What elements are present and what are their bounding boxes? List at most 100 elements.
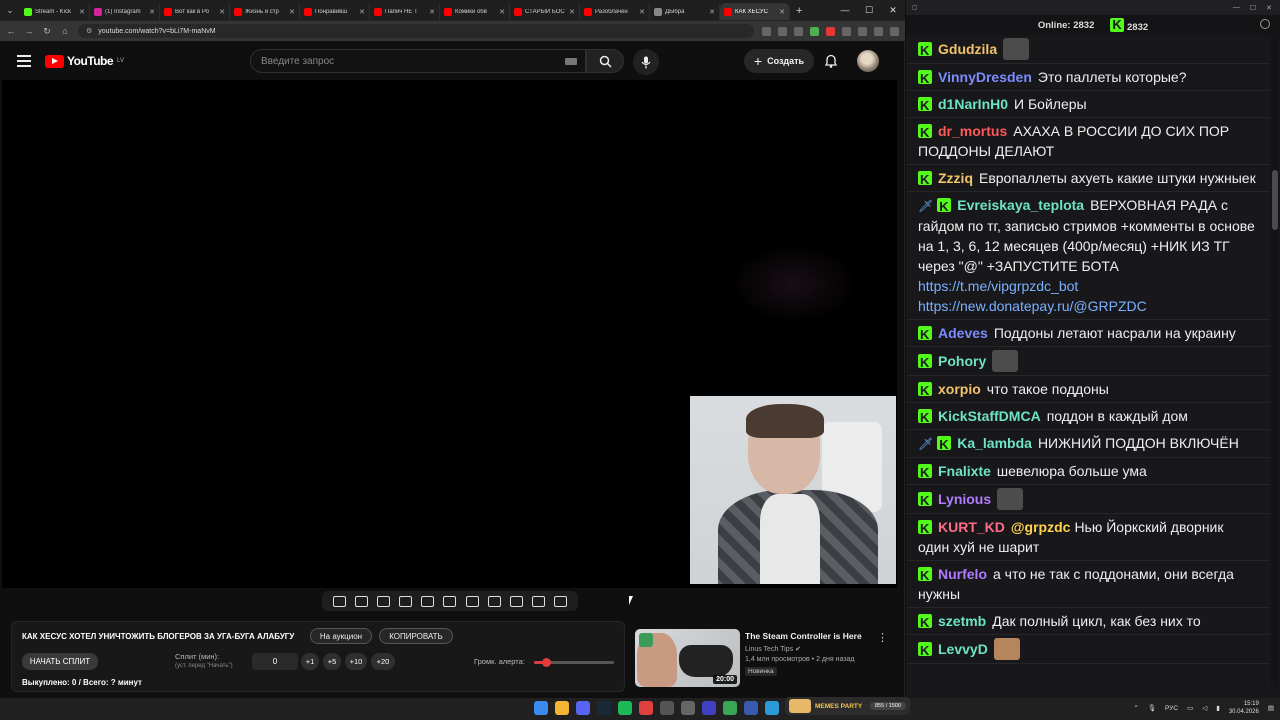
chat-username[interactable]: Ka_lambda — [957, 435, 1032, 451]
new-tab-icon[interactable]: + — [790, 5, 808, 17]
search-button[interactable] — [586, 49, 624, 73]
start-split-button[interactable]: НАЧАТЬ СПЛИТ — [22, 653, 98, 670]
youtube-logo[interactable]: YouTube LV — [45, 54, 124, 68]
chat-username[interactable]: KURT_KD — [938, 519, 1005, 535]
chat-username[interactable]: xorpio — [938, 381, 981, 397]
chat-username[interactable]: szetmb — [938, 613, 986, 629]
minimize-icon[interactable]: — — [1233, 4, 1240, 12]
install-icon[interactable] — [762, 26, 771, 36]
app-icon[interactable] — [702, 701, 716, 715]
chat-username[interactable]: Evreiskaya_teplota — [957, 197, 1084, 213]
chat-settings-icon[interactable] — [1260, 19, 1270, 29]
extensions-puzzle-icon[interactable] — [842, 26, 851, 36]
steam-icon[interactable] — [597, 701, 611, 715]
close-icon[interactable]: ✕ — [1266, 4, 1272, 12]
close-icon[interactable]: ✕ — [881, 5, 905, 16]
experiment-icon[interactable] — [532, 595, 546, 607]
telegram-icon[interactable] — [765, 701, 779, 715]
watch-later-icon[interactable] — [376, 595, 390, 607]
chat-username[interactable]: Lynious — [938, 491, 991, 507]
chat-link[interactable]: https://new.donatepay.ru/@GRPZDC — [918, 296, 1258, 316]
chat-username[interactable]: Gdudzila — [938, 41, 997, 57]
maximize-icon[interactable]: ☐ — [1250, 4, 1256, 12]
bookmark-star-icon[interactable] — [794, 26, 803, 36]
spotify-icon[interactable] — [618, 701, 632, 715]
recommended-channel[interactable]: Linus Tech Tips ✔ — [745, 645, 801, 653]
url-field[interactable]: ⚙ youtube.com/watch?v=bLi7M-maNvM — [78, 24, 754, 38]
chat-username[interactable]: KickStaffDMCA — [938, 408, 1041, 424]
chat-username[interactable]: Fnalixte — [938, 463, 991, 479]
step-plus-5-button[interactable]: +5 — [323, 653, 341, 670]
browser-tab[interactable]: Жизнь и стр ✕ — [230, 3, 300, 20]
keyboard-icon[interactable] — [565, 58, 577, 65]
auction-button[interactable]: На аукцион — [310, 628, 372, 644]
hamburger-menu-icon[interactable] — [17, 55, 31, 67]
step-plus-20-button[interactable]: +20 — [371, 653, 395, 670]
extension-icon[interactable] — [826, 26, 835, 36]
chat-username[interactable]: Pohory — [938, 353, 986, 369]
chat-username[interactable]: VinnyDresden — [938, 69, 1032, 85]
tab-close-icon[interactable]: ✕ — [79, 8, 85, 16]
step-plus-1-button[interactable]: +1 — [301, 653, 319, 670]
picture-in-picture-icon[interactable] — [421, 595, 435, 607]
reload-icon[interactable]: ↻ — [42, 26, 52, 37]
menu-dots-icon[interactable] — [890, 26, 899, 36]
forward-icon[interactable]: → — [24, 26, 34, 36]
recommended-video[interactable]: 20:00 The Steam Controller is Here Linus… — [635, 629, 897, 689]
speed-icon[interactable] — [465, 595, 479, 607]
tab-close-icon[interactable]: ✕ — [499, 8, 505, 16]
app-icon[interactable] — [660, 701, 674, 715]
chat-username[interactable]: Nurfelo — [938, 566, 987, 582]
start-windows-icon[interactable] — [534, 701, 548, 715]
microphone-tray-icon[interactable]: 🎙 — [1148, 704, 1156, 712]
chat-username[interactable]: LevvyD — [938, 641, 988, 657]
clip-icon[interactable] — [399, 595, 413, 607]
alert-volume-slider[interactable] — [534, 658, 614, 667]
home-icon[interactable]: ⌂ — [60, 26, 70, 36]
tab-close-icon[interactable]: ✕ — [219, 8, 225, 16]
tray-expand-icon[interactable]: ⌃ — [1133, 704, 1138, 712]
browser-tab[interactable]: Stream - Kick ✕ — [20, 3, 90, 20]
loop-icon[interactable] — [332, 595, 346, 607]
account-avatar[interactable] — [857, 50, 879, 72]
copy-button[interactable]: КОПИРОВАТЬ — [379, 628, 453, 644]
app-icon[interactable] — [723, 701, 737, 715]
step-plus-10-button[interactable]: +10 — [345, 653, 367, 670]
chat-message-list[interactable]: Gdudzila VinnyDresden Это паллеты которые?… — [906, 35, 1270, 687]
create-button[interactable]: + Создать — [744, 49, 814, 73]
memes-party-widget[interactable]: MEMES PARTY 855 / 1500 — [785, 697, 910, 715]
chat-scrollbar-thumb[interactable] — [1272, 170, 1278, 230]
alert-volume-knob[interactable] — [542, 658, 551, 667]
add-icon[interactable] — [487, 595, 501, 607]
tab-close-icon[interactable]: ✕ — [779, 8, 785, 16]
tab-close-icon[interactable]: ✕ — [289, 8, 295, 16]
browser-tab[interactable]: СТАРЫЙ БОС ✕ — [510, 3, 580, 20]
chat-username[interactable]: dr_mortus — [938, 123, 1007, 139]
notifications-icon[interactable]: ▤ — [1268, 704, 1274, 712]
voice-search-button[interactable] — [633, 49, 659, 75]
app-icon[interactable] — [744, 701, 758, 715]
clock[interactable]: 15:19 30.04.2026 — [1229, 700, 1259, 716]
recommended-title[interactable]: The Steam Controller is Here — [745, 631, 862, 641]
tab-close-icon[interactable]: ✕ — [639, 8, 645, 16]
screenshot-icon[interactable] — [509, 595, 523, 607]
browser-tab[interactable]: Разоблачен ✕ — [580, 3, 650, 20]
tab-close-icon[interactable]: ✕ — [429, 8, 435, 16]
chat-scrollbar[interactable] — [1271, 35, 1279, 687]
tab-close-icon[interactable]: ✕ — [359, 8, 365, 16]
notifications-bell-icon[interactable] — [823, 53, 839, 69]
chat-username[interactable]: Zzziq — [938, 170, 973, 186]
tab-search-icon[interactable]: ⌄ — [0, 0, 20, 21]
profile-icon[interactable] — [874, 26, 883, 36]
chat-link[interactable]: https://t.me/vipgrpzdc_bot — [918, 276, 1258, 296]
search-input[interactable]: Введите запрос — [250, 49, 586, 73]
chat-username[interactable]: d1NarInH0 — [938, 96, 1008, 112]
tab-close-icon[interactable]: ✕ — [569, 8, 575, 16]
audio-icon[interactable] — [354, 595, 368, 607]
maximize-icon[interactable]: ☐ — [857, 5, 881, 16]
browser-tab[interactable]: Комики обв ✕ — [440, 3, 510, 20]
zoom-icon[interactable] — [778, 26, 787, 36]
language-indicator[interactable]: РУС — [1165, 705, 1178, 712]
browser-tab[interactable]: Папич НЕ Т ✕ — [370, 3, 440, 20]
browser-tab[interactable]: (1) Instagram ✕ — [90, 3, 160, 20]
